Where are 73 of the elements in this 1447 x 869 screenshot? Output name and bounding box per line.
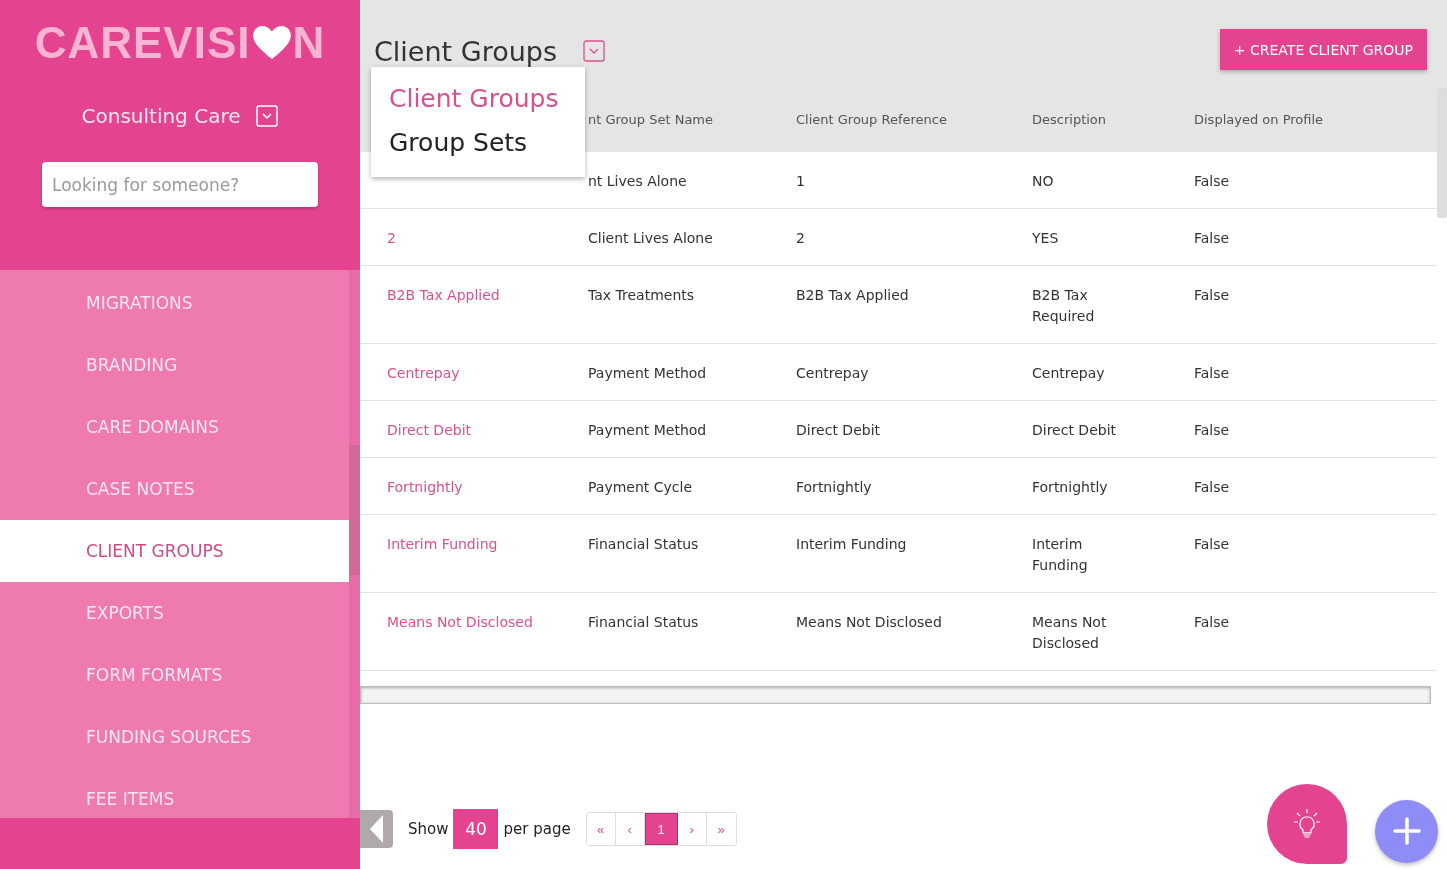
sidebar-item[interactable]: CARE DOMAINS (0, 396, 349, 458)
per-page-label: per page (503, 820, 571, 838)
table-cell-text: Direct Debit (796, 421, 882, 440)
menu-item[interactable]: Group Sets (371, 123, 585, 167)
table-cell-text: False (1194, 364, 1231, 383)
table-cell-text: Financial Status (588, 613, 700, 632)
table-cell-text: B2B Tax Applied (796, 286, 910, 305)
table-cell-text: Financial Status (588, 535, 700, 554)
table-cell-text: Tax Treatments (588, 286, 696, 305)
table-cell-text: Centrepay (1032, 364, 1106, 383)
table-cell-text: False (1194, 535, 1231, 554)
column-header: nt Group Set Name (588, 111, 714, 127)
page-button[interactable]: « (586, 813, 616, 845)
table-cell-text: Fortnightly (796, 478, 873, 497)
table-cell-text: False (1194, 613, 1231, 632)
table-cell-text: False (1194, 172, 1231, 191)
organisation-name: Consulting Care (81, 104, 241, 128)
table-cell-text: Payment Cycle (588, 478, 693, 497)
table-cell-text: False (1194, 478, 1231, 497)
scrollbar-thumb[interactable] (1437, 88, 1447, 218)
horizontal-scrollbar[interactable] (360, 686, 1431, 704)
table-cell-text: Client Lives Alone (588, 229, 714, 248)
sidebar-item[interactable]: BRANDING (0, 334, 349, 396)
table-cell-text: Payment Method (588, 421, 708, 440)
column-header: Description (1032, 111, 1108, 127)
lightbulb-icon (1292, 807, 1322, 841)
dropdown-icon[interactable] (583, 40, 605, 62)
sidebar-item[interactable]: FUNDING SOURCES (0, 706, 349, 768)
sidebar-item[interactable]: MIGRATIONS (0, 272, 349, 334)
search-field[interactable]: Looking for someone? (42, 162, 318, 207)
group-link[interactable]: 2 (387, 230, 396, 246)
create-button[interactable]: + CREATE CLIENT GROUP (1219, 29, 1427, 70)
show-label: Show (408, 820, 449, 838)
table-cell-text: 2 (796, 229, 806, 248)
group-link[interactable]: Centrepay (387, 365, 460, 381)
table-cell-text: Interim Funding (796, 535, 908, 554)
left-arrow-icon (369, 815, 384, 843)
table-cell-text: nt Lives Alone (588, 172, 688, 191)
table-cell-text: False (1194, 421, 1231, 440)
sidebar-item[interactable]: CLIENT GROUPS (0, 520, 349, 582)
table-cell-text: Payment Method (588, 364, 708, 383)
add-button[interactable] (1375, 799, 1438, 863)
group-link[interactable]: Interim Funding (387, 536, 498, 552)
sidebar-item[interactable]: FORM FORMATS (0, 644, 349, 706)
table-cell-text: Means Not Disclosed (1032, 613, 1108, 653)
page-title: Client Groups (374, 36, 557, 67)
logo: CAREVISI N (34, 18, 326, 68)
table-cell-text: Interim Funding (1032, 535, 1089, 575)
table-cell-text: 1 (796, 172, 806, 191)
column-header: Client Group Reference (796, 111, 948, 127)
per-page-select[interactable]: 40 (453, 809, 499, 849)
plus-icon (1391, 816, 1422, 846)
menu-item[interactable]: Client Groups (371, 79, 585, 123)
table-cell-text: False (1194, 286, 1231, 305)
sidebar-item[interactable]: CASE NOTES (0, 458, 349, 520)
table-cell-text: False (1194, 229, 1231, 248)
table-cell-text: Direct Debit (1032, 421, 1118, 440)
scrollbar-thumb[interactable] (349, 445, 360, 575)
table-cell-text: Centrepay (796, 364, 870, 383)
group-link[interactable]: Fortnightly (387, 479, 463, 495)
column-header: Displayed on Profile (1194, 111, 1325, 127)
sidebar-item[interactable]: EXPORTS (0, 582, 349, 644)
table-cell-text: B2B Tax Required (1032, 286, 1096, 326)
group-link[interactable]: Means Not Disclosed (387, 614, 533, 630)
table-cell-text: Means Not Disclosed (796, 613, 943, 632)
sidebar-item[interactable]: FEE ITEMS (0, 768, 349, 818)
group-link[interactable]: B2B Tax Applied (387, 287, 500, 303)
group-link[interactable]: Direct Debit (387, 422, 472, 438)
page-button[interactable]: 1 (644, 813, 678, 845)
table-cell-text: NO (1032, 172, 1055, 191)
table-cell-text: YES (1032, 229, 1060, 248)
table-cell-text: Fortnightly (1032, 478, 1109, 497)
collapse-button[interactable] (360, 810, 393, 848)
